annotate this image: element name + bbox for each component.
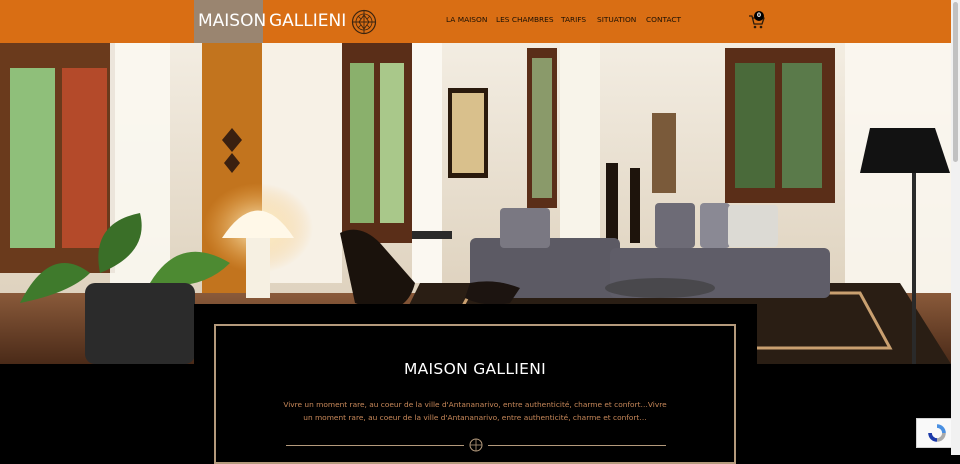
nav-la-maison[interactable]: LA MAISON bbox=[446, 15, 487, 24]
scrollbar-thumb[interactable] bbox=[953, 2, 958, 162]
divider-line-right bbox=[488, 445, 666, 446]
intro-description: Vivre un moment rare, au coeur de la vil… bbox=[283, 400, 667, 422]
divider-line-left bbox=[286, 445, 464, 446]
logo-emblem-icon[interactable] bbox=[351, 9, 377, 35]
nav-contact[interactable]: CONTACT bbox=[646, 15, 681, 24]
nav-situation[interactable]: SITUATION bbox=[597, 15, 636, 24]
recaptcha-icon bbox=[928, 424, 946, 442]
nav-les-chambres[interactable]: LES CHAMBRES bbox=[496, 15, 554, 24]
page-title: MAISON GALLIENI bbox=[403, 360, 547, 378]
cart-count-badge: 0 bbox=[754, 11, 764, 21]
logo-word-gallieni[interactable]: GALLIENI bbox=[269, 0, 346, 43]
nav-tarifs[interactable]: TARIFS bbox=[561, 15, 586, 24]
divider-emblem-icon bbox=[469, 438, 483, 452]
logo-word-maison[interactable]: MAISON bbox=[198, 0, 266, 43]
